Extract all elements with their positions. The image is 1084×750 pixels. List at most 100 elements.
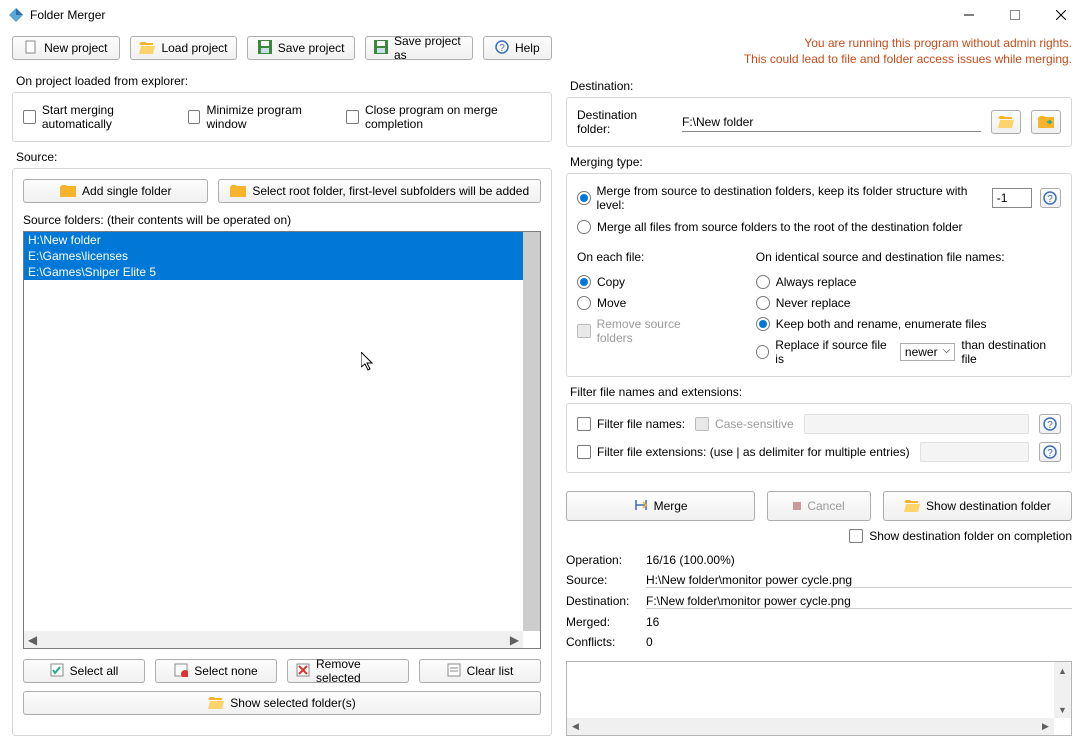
save-project-label: Save project bbox=[278, 41, 345, 55]
open-destination-button[interactable] bbox=[1031, 110, 1061, 134]
help-button[interactable]: ? Help bbox=[483, 36, 552, 60]
remove-source-checkbox: Remove source folders bbox=[577, 317, 716, 345]
warning-line1: You are running this program without adm… bbox=[566, 36, 1072, 52]
merge-icon bbox=[634, 498, 648, 515]
clear-list-label: Clear list bbox=[467, 664, 514, 678]
filter-group-label: Filter file names and extensions: bbox=[570, 385, 1072, 399]
show-on-completion-checkbox[interactable]: Show destination folder on completion bbox=[566, 529, 1072, 543]
show-destination-label: Show destination folder bbox=[926, 499, 1051, 513]
progress-destination-value: F:\New folder\monitor power cycle.png bbox=[646, 594, 1072, 609]
minimize-window-checkbox[interactable]: Minimize program window bbox=[188, 103, 333, 131]
move-radio[interactable]: Move bbox=[577, 296, 716, 310]
folder-open-icon bbox=[904, 500, 920, 512]
minimize-label: Minimize program window bbox=[206, 103, 332, 131]
filter-extensions-checkbox[interactable]: Filter file extensions: (use | as delimi… bbox=[577, 445, 910, 459]
always-replace-radio[interactable]: Always replace bbox=[756, 275, 1061, 289]
on-identical-label: On identical source and destination file… bbox=[756, 250, 1061, 264]
list-item[interactable]: E:\Games\Sniper Elite 5 bbox=[24, 264, 540, 280]
load-project-label: Load project bbox=[161, 41, 227, 55]
source-panel: Add single folder Select root folder, fi… bbox=[12, 168, 552, 736]
destination-folder-input[interactable] bbox=[682, 113, 981, 132]
conflicts-value: 0 bbox=[646, 635, 1072, 649]
scrollbar-horizontal[interactable]: ◀▶ bbox=[567, 718, 1054, 735]
folder-open-icon bbox=[208, 697, 224, 709]
keep-both-label: Keep both and rename, enumerate files bbox=[776, 317, 987, 331]
folder-icon bbox=[60, 185, 76, 197]
replace-if-label: Replace if source file is bbox=[775, 338, 894, 366]
never-replace-radio[interactable]: Never replace bbox=[756, 296, 1061, 310]
save-project-button[interactable]: Save project bbox=[247, 36, 355, 60]
merge-structure-label: Merge from source to destination folders… bbox=[597, 184, 984, 212]
filter-panel: Filter file names: Case-sensitive ? Filt… bbox=[566, 403, 1072, 473]
merge-flat-label: Merge all files from source folders to t… bbox=[597, 220, 963, 234]
merging-type-group-label: Merging type: bbox=[570, 155, 1072, 169]
remove-selected-label: Remove selected bbox=[316, 657, 400, 685]
filter-names-input bbox=[804, 414, 1029, 434]
newer-older-select[interactable]: newer bbox=[900, 343, 955, 361]
load-project-button[interactable]: Load project bbox=[130, 36, 238, 60]
new-project-label: New project bbox=[44, 41, 107, 55]
filter-extensions-help-button[interactable]: ? bbox=[1039, 442, 1061, 462]
show-selected-folders-button[interactable]: Show selected folder(s) bbox=[23, 691, 541, 715]
select-none-icon bbox=[174, 663, 188, 680]
explorer-group-label: On project loaded from explorer: bbox=[16, 74, 552, 88]
clear-icon bbox=[447, 663, 461, 680]
scrollbar-horizontal[interactable]: ◀▶ bbox=[24, 631, 523, 648]
case-sensitive-checkbox: Case-sensitive bbox=[695, 417, 794, 431]
list-item[interactable]: E:\Games\licenses bbox=[24, 248, 540, 264]
clear-list-button[interactable]: Clear list bbox=[419, 659, 541, 683]
merged-value: 16 bbox=[646, 615, 1072, 629]
never-replace-label: Never replace bbox=[776, 296, 851, 310]
select-none-label: Select none bbox=[194, 664, 257, 678]
close-on-complete-label: Close program on merge completion bbox=[365, 103, 541, 131]
merge-flat-radio[interactable]: Merge all files from source folders to t… bbox=[577, 220, 1061, 234]
svg-text:?: ? bbox=[1048, 194, 1054, 205]
destination-folder-label: Destination folder: bbox=[577, 108, 672, 136]
merge-button[interactable]: Merge bbox=[566, 491, 755, 521]
new-project-button[interactable]: New project bbox=[12, 36, 120, 60]
start-merge-label: Start merging automatically bbox=[42, 103, 174, 131]
structure-help-button[interactable]: ? bbox=[1040, 188, 1061, 208]
on-each-file-label: On each file: bbox=[577, 250, 716, 264]
source-folders-list[interactable]: H:\New folder E:\Games\licenses E:\Games… bbox=[23, 231, 541, 649]
structure-level-input[interactable] bbox=[992, 188, 1032, 208]
progress-destination-label: Destination: bbox=[566, 594, 646, 609]
help-label: Help bbox=[515, 41, 540, 55]
case-sensitive-label: Case-sensitive bbox=[715, 417, 794, 431]
explorer-panel: Start merging automatically Minimize pro… bbox=[12, 92, 552, 142]
destination-panel: Destination folder: bbox=[566, 97, 1072, 147]
browse-destination-button[interactable] bbox=[991, 110, 1021, 134]
filter-names-checkbox[interactable]: Filter file names: bbox=[577, 417, 685, 431]
always-replace-label: Always replace bbox=[776, 275, 857, 289]
than-label: than destination file bbox=[961, 338, 1061, 366]
list-item[interactable]: H:\New folder bbox=[24, 232, 540, 248]
cancel-icon bbox=[793, 502, 801, 510]
start-merge-checkbox[interactable]: Start merging automatically bbox=[23, 103, 174, 131]
scrollbar-vertical[interactable]: ▲▼ bbox=[1054, 662, 1071, 718]
copy-radio[interactable]: Copy bbox=[577, 275, 716, 289]
remove-source-label: Remove source folders bbox=[597, 317, 716, 345]
select-all-label: Select all bbox=[70, 664, 119, 678]
add-single-folder-button[interactable]: Add single folder bbox=[23, 179, 208, 203]
remove-icon bbox=[296, 663, 310, 680]
select-root-folder-button[interactable]: Select root folder, first-level subfolde… bbox=[218, 179, 541, 203]
minimize-button[interactable] bbox=[946, 0, 992, 30]
merge-structure-radio[interactable]: Merge from source to destination folders… bbox=[577, 184, 984, 212]
replace-if-radio[interactable]: Replace if source file is bbox=[756, 338, 894, 366]
save-project-as-button[interactable]: Save project as bbox=[365, 36, 473, 60]
maximize-button[interactable] bbox=[992, 0, 1038, 30]
select-none-button[interactable]: Select none bbox=[155, 659, 277, 683]
close-on-complete-checkbox[interactable]: Close program on merge completion bbox=[346, 103, 541, 131]
close-button[interactable] bbox=[1038, 0, 1084, 30]
select-all-button[interactable]: Select all bbox=[23, 659, 145, 683]
filter-names-help-button[interactable]: ? bbox=[1039, 414, 1061, 434]
select-all-icon bbox=[50, 663, 64, 680]
log-textarea[interactable]: ▲▼ ◀▶ bbox=[566, 661, 1072, 736]
merged-label: Merged: bbox=[566, 615, 646, 629]
scrollbar-vertical[interactable] bbox=[523, 232, 540, 631]
show-destination-button[interactable]: Show destination folder bbox=[883, 491, 1072, 521]
progress-source-value: H:\New folder\monitor power cycle.png bbox=[646, 573, 1072, 588]
window-controls bbox=[946, 0, 1084, 30]
remove-selected-button[interactable]: Remove selected bbox=[287, 659, 409, 683]
keep-both-radio[interactable]: Keep both and rename, enumerate files bbox=[756, 317, 1061, 331]
